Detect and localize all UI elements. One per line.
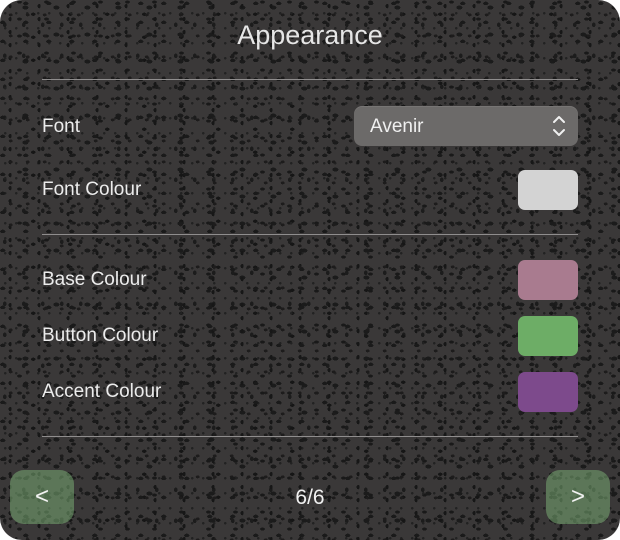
accent-colour-label: Accent Colour	[42, 381, 162, 402]
page-title: Appearance	[237, 20, 383, 50]
chevron-up-down-icon	[552, 113, 566, 139]
font-colour-label: Font Colour	[42, 179, 142, 200]
appearance-window: Appearance Font Avenir Font Colour Base …	[0, 0, 620, 540]
font-select-value: Avenir	[370, 116, 424, 137]
divider	[42, 234, 578, 235]
page-indicator: 6/6	[295, 486, 325, 509]
font-select[interactable]: Avenir	[354, 106, 578, 146]
base-colour-label: Base Colour	[42, 269, 147, 290]
font-colour-swatch[interactable]	[518, 170, 578, 210]
next-page-button[interactable]: >	[546, 470, 610, 524]
button-colour-swatch[interactable]	[518, 316, 578, 356]
divider	[42, 436, 578, 437]
button-colour-label: Button Colour	[42, 325, 159, 346]
divider	[42, 79, 578, 80]
base-colour-swatch[interactable]	[518, 260, 578, 300]
font-label: Font	[42, 116, 81, 137]
accent-colour-swatch[interactable]	[518, 372, 578, 412]
